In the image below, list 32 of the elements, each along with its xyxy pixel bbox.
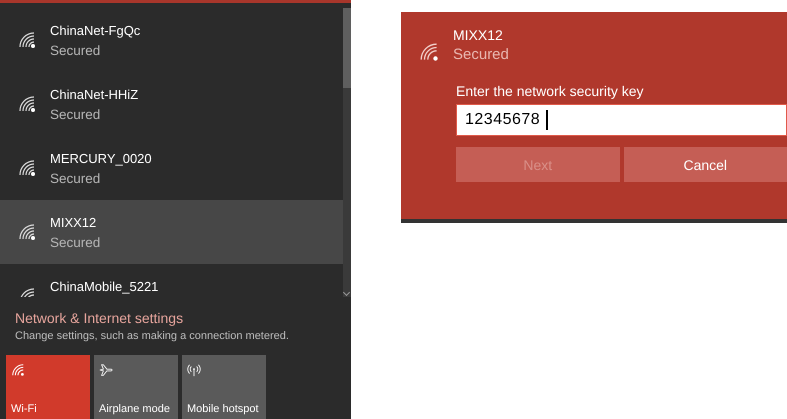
wifi-icon <box>18 222 38 243</box>
network-status: Secured <box>50 234 100 252</box>
security-key-label: Enter the network security key <box>456 82 645 100</box>
network-name: MERCURY_0020 <box>50 150 152 168</box>
scrollbar[interactable] <box>343 8 351 297</box>
network-status: Secured <box>453 45 509 65</box>
network-name: MIXX12 <box>453 26 504 44</box>
network-item[interactable]: ChinaNet-FgQc Secured <box>0 8 343 72</box>
airplane-icon <box>99 363 113 377</box>
quick-action-tile[interactable]: Wi-Fi <box>6 355 90 419</box>
quick-action-tile[interactable]: Airplane mode <box>94 355 178 419</box>
network-item[interactable]: MERCURY_0020 Secured <box>0 136 343 200</box>
network-status: Secured <box>50 106 102 124</box>
network-status: Secured <box>50 170 102 188</box>
network-name: ChinaNet-FgQc <box>50 22 140 40</box>
wifi-icon <box>18 30 38 51</box>
network-status: Secured <box>50 42 102 60</box>
quick-action-tile[interactable]: Mobile hotspot <box>182 355 266 419</box>
wifi-icon <box>11 363 25 377</box>
network-item[interactable]: ChinaNet-HHiZ Secured <box>0 72 343 136</box>
hotspot-icon <box>187 363 201 377</box>
network-name: ChinaNet-HHiZ <box>50 86 138 104</box>
security-key-field[interactable]: 12345678 <box>456 104 787 136</box>
network-item[interactable]: ChinaMobile_5221 <box>0 264 343 297</box>
network-name: ChinaMobile_5221 <box>50 278 158 296</box>
settings-description: Change settings, such as making a connection metered. <box>15 328 289 344</box>
network-item[interactable]: MIXX12 Secured <box>0 200 343 264</box>
network-name: MIXX12 <box>50 214 98 232</box>
wifi-icon <box>18 94 38 115</box>
cancel-button[interactable]: Cancel <box>624 147 787 182</box>
settings-link[interactable]: Network & Internet settings <box>15 308 184 328</box>
wifi-icon <box>18 158 38 179</box>
